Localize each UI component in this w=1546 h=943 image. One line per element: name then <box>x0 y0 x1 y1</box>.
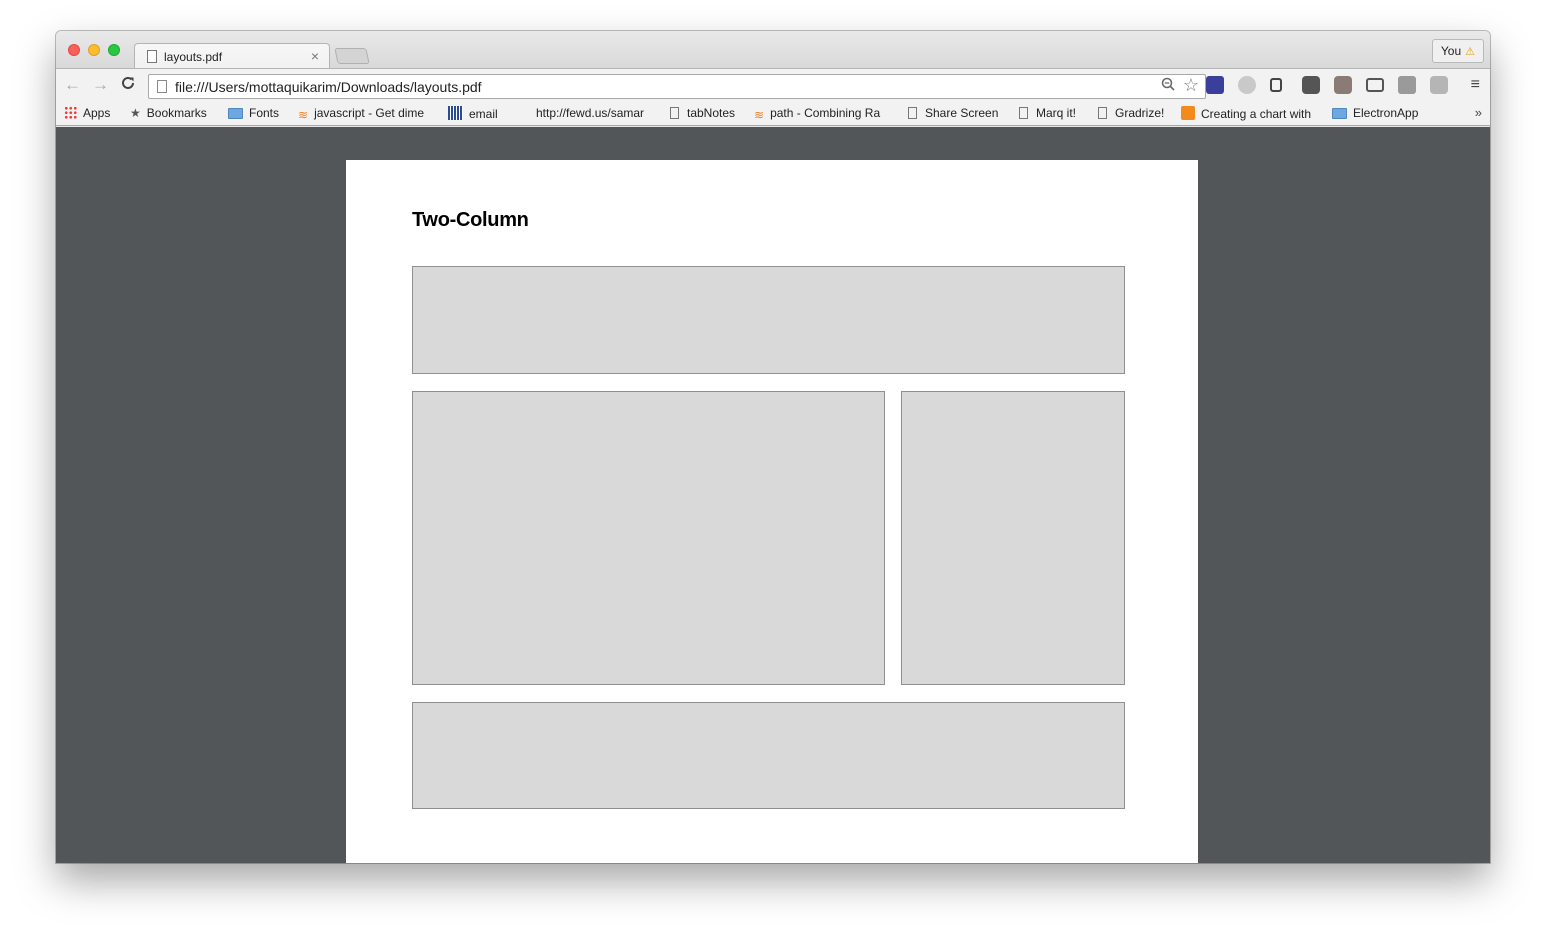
page-icon <box>908 107 917 119</box>
layout-header-box <box>412 266 1125 374</box>
page-title: Two-Column <box>412 209 529 231</box>
layout-sidebar-column-box <box>901 391 1125 685</box>
bookmark-fonts[interactable]: Fonts <box>228 106 279 120</box>
folder-icon <box>1332 108 1347 119</box>
page-icon <box>1098 107 1107 119</box>
extension-8-icon[interactable] <box>1430 76 1448 94</box>
pocket-icon[interactable] <box>1302 76 1320 94</box>
toolbar: ← → file:///Users/mottaquikarim/Download… <box>56 68 1490 102</box>
menu-icon[interactable]: ≡ <box>1471 76 1480 94</box>
bookmark-javascript[interactable]: ≋ javascript - Get dime <box>298 106 432 120</box>
bookmark-email[interactable]: email <box>448 106 498 121</box>
bookmark-path[interactable]: ≋ path - Combining Ra <box>754 106 888 120</box>
layout-main-column-box <box>412 391 885 685</box>
star-icon: ★ <box>130 106 141 120</box>
stackoverflow-icon: ≋ <box>754 108 765 120</box>
bookmark-creating-chart[interactable]: Creating a chart with <box>1181 106 1317 121</box>
window-minimize-button[interactable] <box>88 44 100 56</box>
address-bar[interactable]: file:///Users/mottaquikarim/Downloads/la… <box>148 74 1206 99</box>
close-icon[interactable]: × <box>311 48 319 64</box>
bookmark-apps[interactable]: Apps <box>64 106 110 120</box>
window-close-button[interactable] <box>68 44 80 56</box>
page-icon <box>147 50 157 63</box>
reload-icon <box>122 76 134 89</box>
new-tab-button[interactable] <box>334 48 370 64</box>
reload-button[interactable] <box>120 75 136 95</box>
bookmark-fewd[interactable]: http://fewd.us/samar <box>536 106 650 120</box>
bookmarks-bar: Apps ★ Bookmarks Fonts ≋ javascript - Get … <box>56 102 1490 126</box>
back-button[interactable]: ← <box>64 75 81 95</box>
browser-window: layouts.pdf × You ⚠ ← → file:///Users/mot… <box>56 31 1490 863</box>
bookmark-tabnotes[interactable]: tabNotes <box>668 106 735 120</box>
page-icon <box>670 107 679 119</box>
extension-5-icon[interactable] <box>1334 76 1352 94</box>
extension-7-icon[interactable] <box>1398 76 1416 94</box>
grid-icon <box>448 106 463 120</box>
pdf-viewer[interactable]: Two-Column <box>56 127 1490 863</box>
bookmark-marq-it[interactable]: Marq it! <box>1017 106 1076 120</box>
extension-2-icon[interactable] <box>1238 76 1256 94</box>
profile-button[interactable]: You ⚠ <box>1431 39 1484 63</box>
tab-layouts[interactable]: layouts.pdf × <box>134 43 330 69</box>
profile-label: You <box>1440 44 1462 58</box>
bookmark-gradrize[interactable]: Gradrize! <box>1096 106 1164 120</box>
stackoverflow-icon: ≋ <box>298 108 309 120</box>
tab-strip: layouts.pdf × You ⚠ <box>56 31 1490 69</box>
tab-title: layouts.pdf <box>164 50 223 64</box>
apps-icon <box>64 106 77 119</box>
bookmark-bookmarks[interactable]: ★ Bookmarks <box>130 106 207 120</box>
page-icon <box>157 80 167 93</box>
window-maximize-button[interactable] <box>108 44 120 56</box>
page-icon <box>1019 107 1028 119</box>
rss-icon <box>1181 106 1195 120</box>
bookmark-share-screen[interactable]: Share Screen <box>906 106 998 120</box>
url-text: file:///Users/mottaquikarim/Downloads/la… <box>175 79 482 95</box>
folder-icon <box>228 108 243 119</box>
bookmarks-overflow-button[interactable]: » <box>1475 105 1482 120</box>
layout-footer-box <box>412 702 1125 809</box>
bookmark-electronapp[interactable]: ElectronApp <box>1332 106 1418 120</box>
extension-1-icon[interactable] <box>1206 76 1224 94</box>
extension-3-icon[interactable] <box>1270 78 1282 92</box>
zoom-icon[interactable] <box>1161 77 1175 95</box>
warning-icon: ⚠ <box>1465 46 1475 58</box>
cast-icon[interactable] <box>1366 78 1384 92</box>
bookmark-star-icon[interactable]: ☆ <box>1183 75 1199 96</box>
pdf-page: Two-Column <box>346 160 1198 863</box>
forward-button[interactable]: → <box>92 75 109 95</box>
